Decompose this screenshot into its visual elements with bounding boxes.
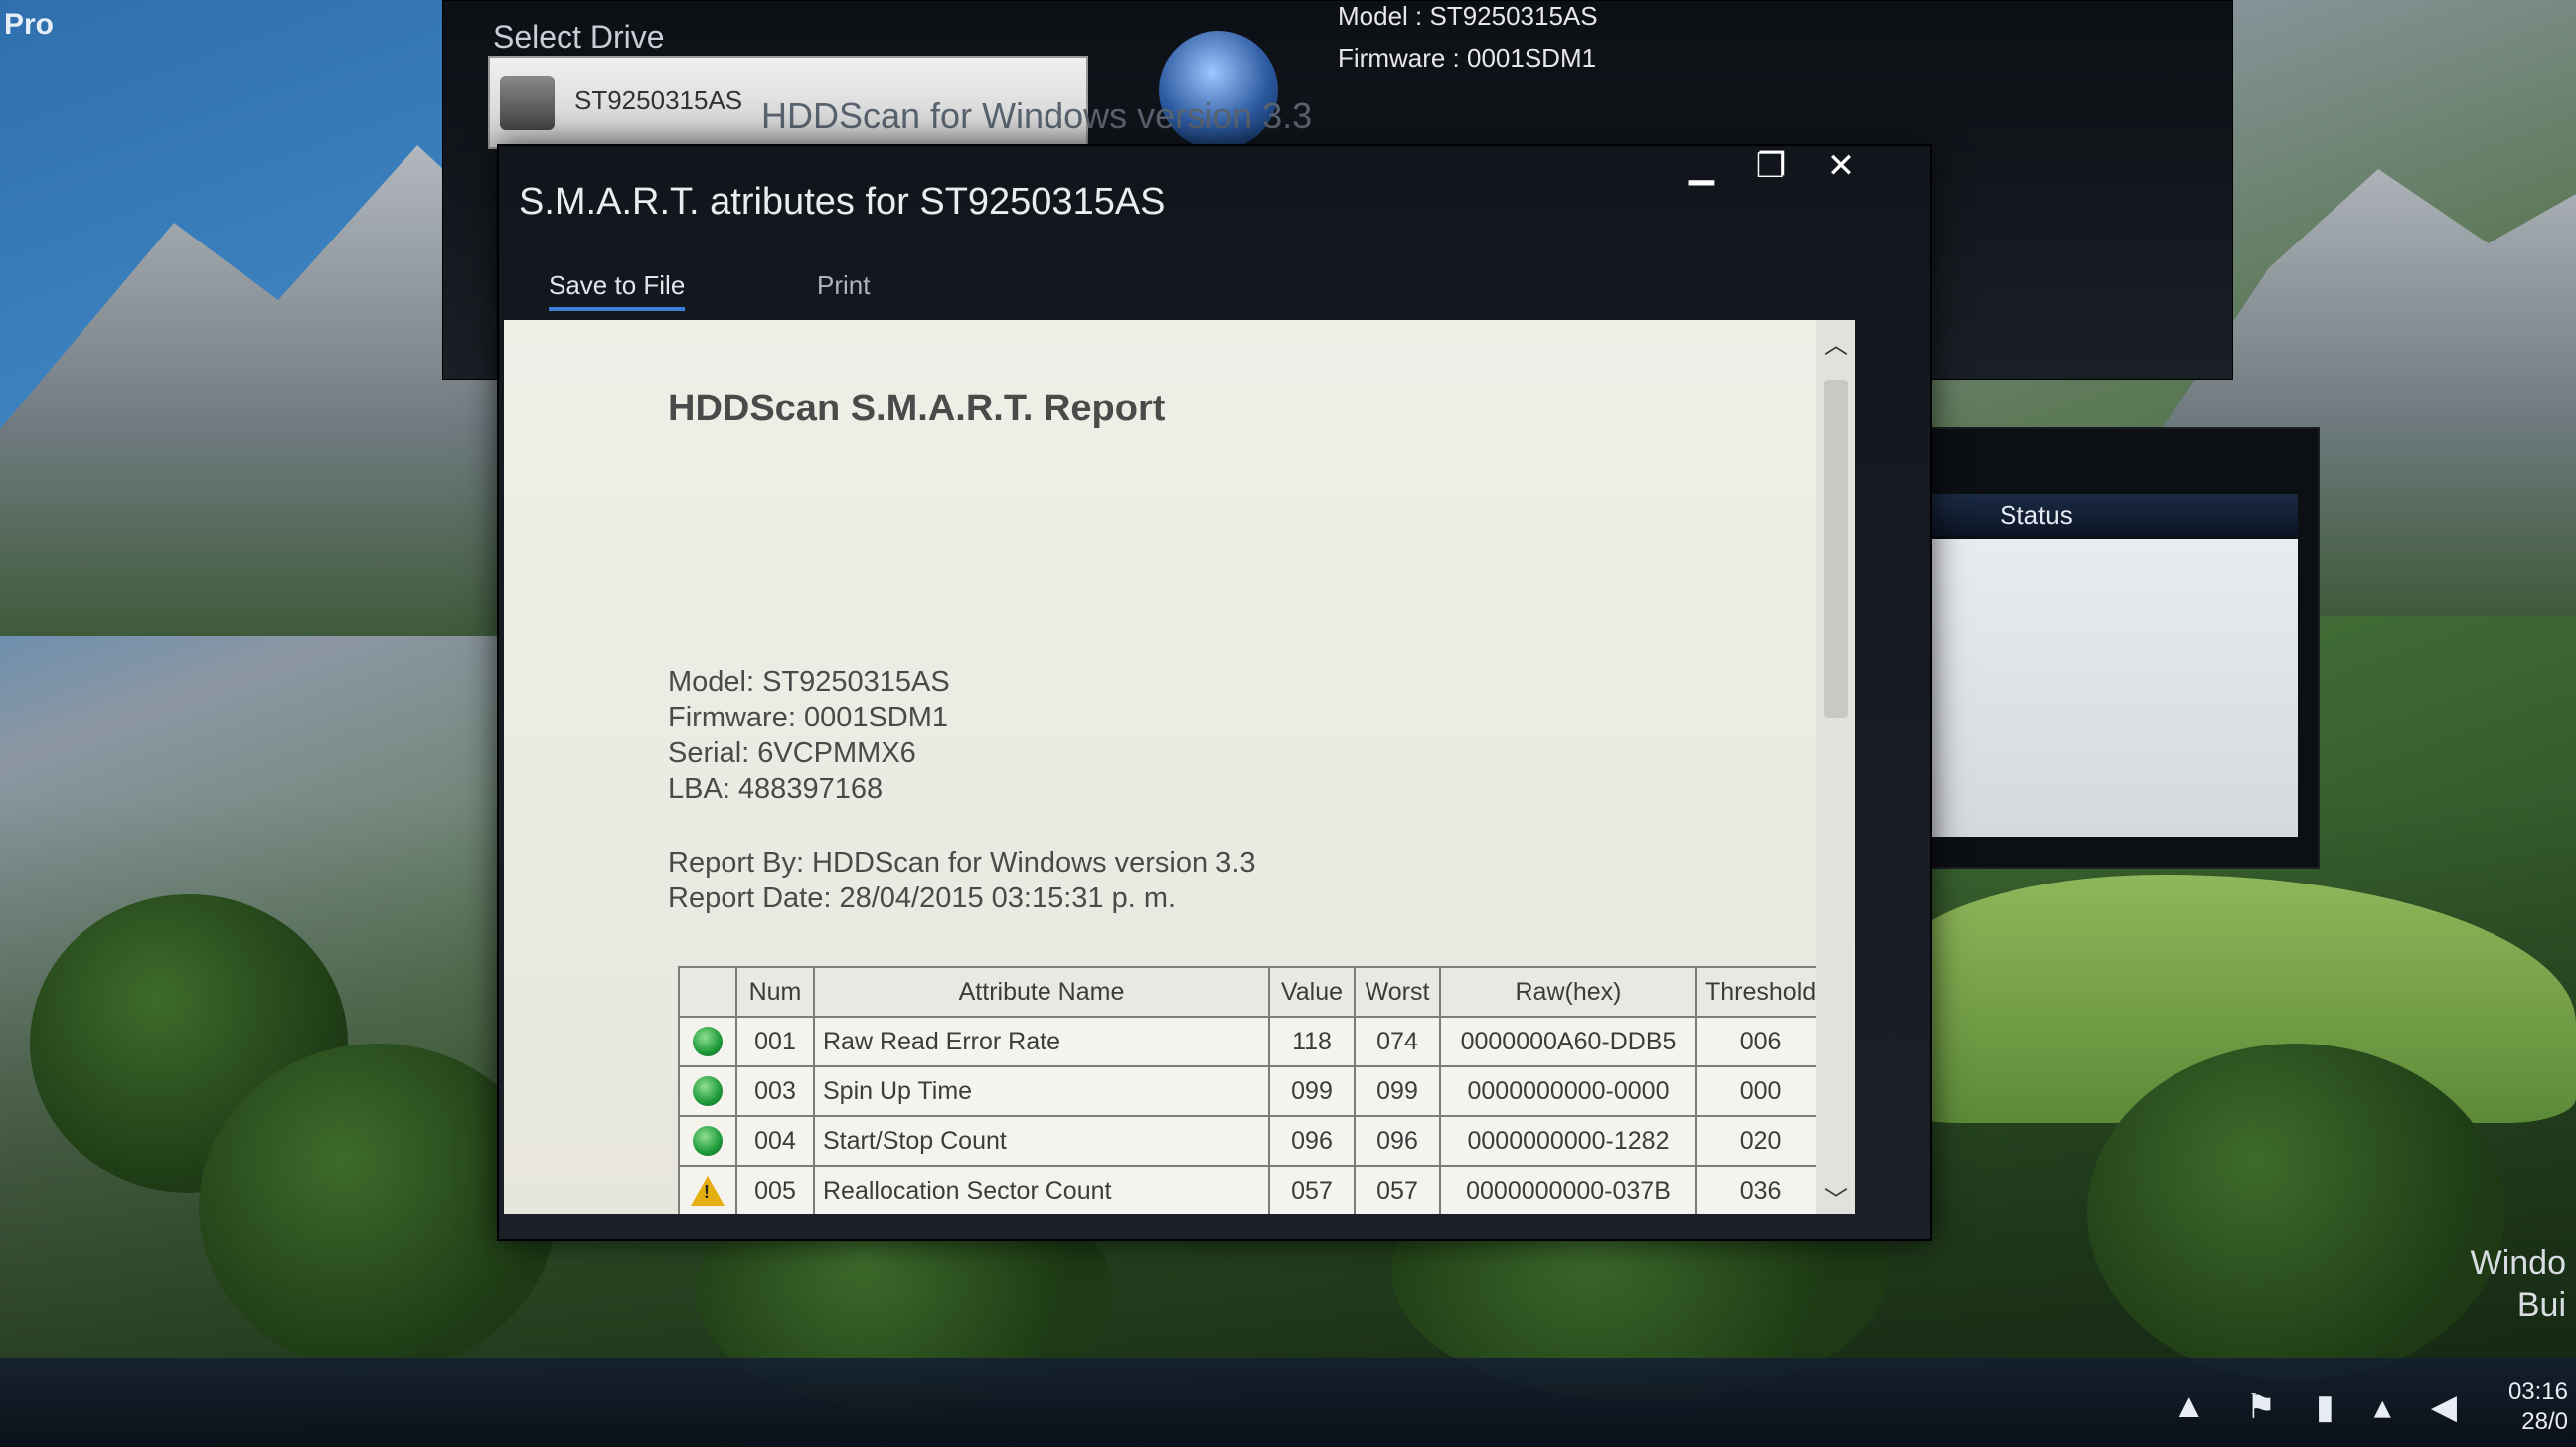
flag-icon[interactable]: ⚑ — [2246, 1387, 2276, 1427]
attribute-name-cell: Raw Read Error Rate — [813, 1016, 1270, 1067]
value-cell: 096 — [1268, 1115, 1356, 1167]
num-cell: 001 — [735, 1016, 815, 1067]
signal-icon[interactable]: ▴ — [2374, 1387, 2391, 1427]
report-date: Report Date: 28/04/2015 03:15:31 p. m. — [668, 883, 1177, 914]
threshold-cell: 006 — [1694, 1016, 1827, 1067]
worst-cell: 096 — [1354, 1115, 1441, 1167]
column-header-num: Num — [735, 966, 815, 1018]
table-header-row: Num Attribute Name Value Worst Raw(hex) … — [678, 966, 1827, 1018]
warning-icon: ! — [691, 1176, 724, 1206]
main-model-text: Model : ST9250315AS — [1338, 1, 1598, 31]
status-panel: Status — [1878, 427, 2320, 869]
clock-time: 03:16 — [2507, 1378, 2568, 1405]
worst-cell: 099 — [1354, 1065, 1441, 1117]
scroll-up-icon[interactable]: ︿ — [1821, 325, 1851, 359]
volume-icon[interactable]: ◀ — [2431, 1387, 2457, 1427]
report-scrollbar[interactable]: ︿ ﹀ — [1816, 320, 1855, 1214]
scroll-thumb[interactable] — [1824, 380, 1848, 718]
status-cell — [678, 1065, 737, 1117]
column-header-attribute-name: Attribute Name — [813, 966, 1270, 1018]
threshold-cell: 036 — [1694, 1165, 1827, 1214]
report-serial: Serial: 6VCPMMX6 — [668, 737, 916, 769]
desktop-corner-label: Pro — [4, 8, 55, 41]
status-cell — [678, 1115, 737, 1167]
column-header-worst: Worst — [1354, 966, 1441, 1018]
attribute-name-cell: Start/Stop Count — [813, 1115, 1270, 1167]
smart-attributes-table: Num Attribute Name Value Worst Raw(hex) … — [678, 966, 1827, 1214]
raw-cell: 0000000000-037B — [1439, 1165, 1697, 1214]
column-header-raw: Raw(hex) — [1439, 966, 1697, 1018]
status-list — [1900, 539, 2298, 837]
worst-cell: 074 — [1354, 1016, 1441, 1067]
clock-date: 28/0 — [2521, 1408, 2568, 1435]
watermark-line1: Windo — [2470, 1244, 2566, 1282]
column-header-value: Value — [1268, 966, 1356, 1018]
report-firmware: Firmware: 0001SDM1 — [668, 702, 949, 733]
close-icon[interactable]: ✕ — [1821, 146, 1860, 186]
watermark-line2: Bui — [2516, 1286, 2566, 1324]
main-firmware-text: Firmware : 0001SDM1 — [1338, 43, 1597, 73]
table-row: 004 Start/Stop Count 096 096 0000000000-1282… — [678, 1115, 1827, 1167]
power-icon[interactable]: ▮ — [2316, 1387, 2334, 1427]
status-cell: ! — [678, 1165, 737, 1214]
smart-window-title: S.M.A.R.T. atributes for ST9250315AS — [519, 181, 1166, 223]
smart-report-view: HDDScan S.M.A.R.T. Report Model: ST92503… — [504, 320, 1855, 1214]
value-cell: 118 — [1268, 1016, 1356, 1067]
windows-watermark: Windo Bui — [2471, 1242, 2566, 1326]
taskbar-clock[interactable]: 03:16 28/0 — [2508, 1377, 2568, 1437]
ok-status-icon — [693, 1126, 723, 1157]
column-header-status — [678, 966, 737, 1018]
num-cell: 003 — [735, 1065, 815, 1117]
status-cell — [678, 1016, 737, 1067]
smart-attributes-window: ▁ ❐ ✕ S.M.A.R.T. atributes for ST9250315… — [497, 144, 1932, 1241]
report-lba: LBA: 488397168 — [668, 773, 884, 805]
taskbar: ▲ ⚑ ▮ ▴ ◀ 03:16 28/0 — [0, 1358, 2576, 1447]
threshold-cell: 000 — [1694, 1065, 1827, 1117]
system-tray: ▲ ⚑ ▮ ▴ ◀ — [2173, 1387, 2457, 1427]
scroll-down-icon[interactable]: ﹀ — [1821, 1180, 1851, 1213]
window-controls: ▁ ❐ ✕ — [1682, 146, 1860, 186]
ok-status-icon — [693, 1076, 723, 1107]
raw-cell: 0000000A60-DDB5 — [1439, 1016, 1697, 1067]
status-column-header[interactable]: Status — [1900, 494, 2298, 536]
minimize-icon[interactable]: ▁ — [1682, 146, 1721, 186]
network-icon[interactable]: ▲ — [2173, 1387, 2206, 1427]
num-cell: 004 — [735, 1115, 815, 1167]
restore-icon[interactable]: ❐ — [1751, 146, 1791, 186]
tab-print[interactable]: Print — [817, 270, 870, 301]
column-header-threshold: Threshold — [1694, 966, 1827, 1018]
report-by: Report By: HDDScan for Windows version 3… — [668, 847, 1256, 879]
ok-status-icon — [693, 1027, 723, 1057]
attribute-name-cell: Spin Up Time — [813, 1065, 1270, 1117]
threshold-cell: 020 — [1694, 1115, 1827, 1167]
drive-name: ST9250315AS — [574, 85, 743, 115]
raw-cell: 0000000000-1282 — [1439, 1115, 1697, 1167]
value-cell: 057 — [1268, 1165, 1356, 1214]
tab-save-to-file[interactable]: Save to File — [549, 270, 686, 311]
worst-cell: 057 — [1354, 1165, 1441, 1214]
hard-drive-icon — [500, 76, 555, 130]
report-title: HDDScan S.M.A.R.T. Report — [668, 388, 1166, 429]
table-row: ! 005 Reallocation Sector Count 057 057 00000… — [678, 1165, 1827, 1214]
main-window-title: HDDScan for Windows version 3.3 — [761, 95, 1313, 136]
table-row: 001 Raw Read Error Rate 118 074 0000000A60-D… — [678, 1016, 1827, 1067]
table-row: 003 Spin Up Time 099 099 0000000000-0000 000 — [678, 1065, 1827, 1117]
attribute-name-cell: Reallocation Sector Count — [813, 1165, 1270, 1214]
value-cell: 099 — [1268, 1065, 1356, 1117]
num-cell: 005 — [735, 1165, 815, 1214]
raw-cell: 0000000000-0000 — [1439, 1065, 1697, 1117]
report-model: Model: ST9250315AS — [668, 666, 950, 698]
select-drive-label: Select Drive — [493, 19, 665, 55]
